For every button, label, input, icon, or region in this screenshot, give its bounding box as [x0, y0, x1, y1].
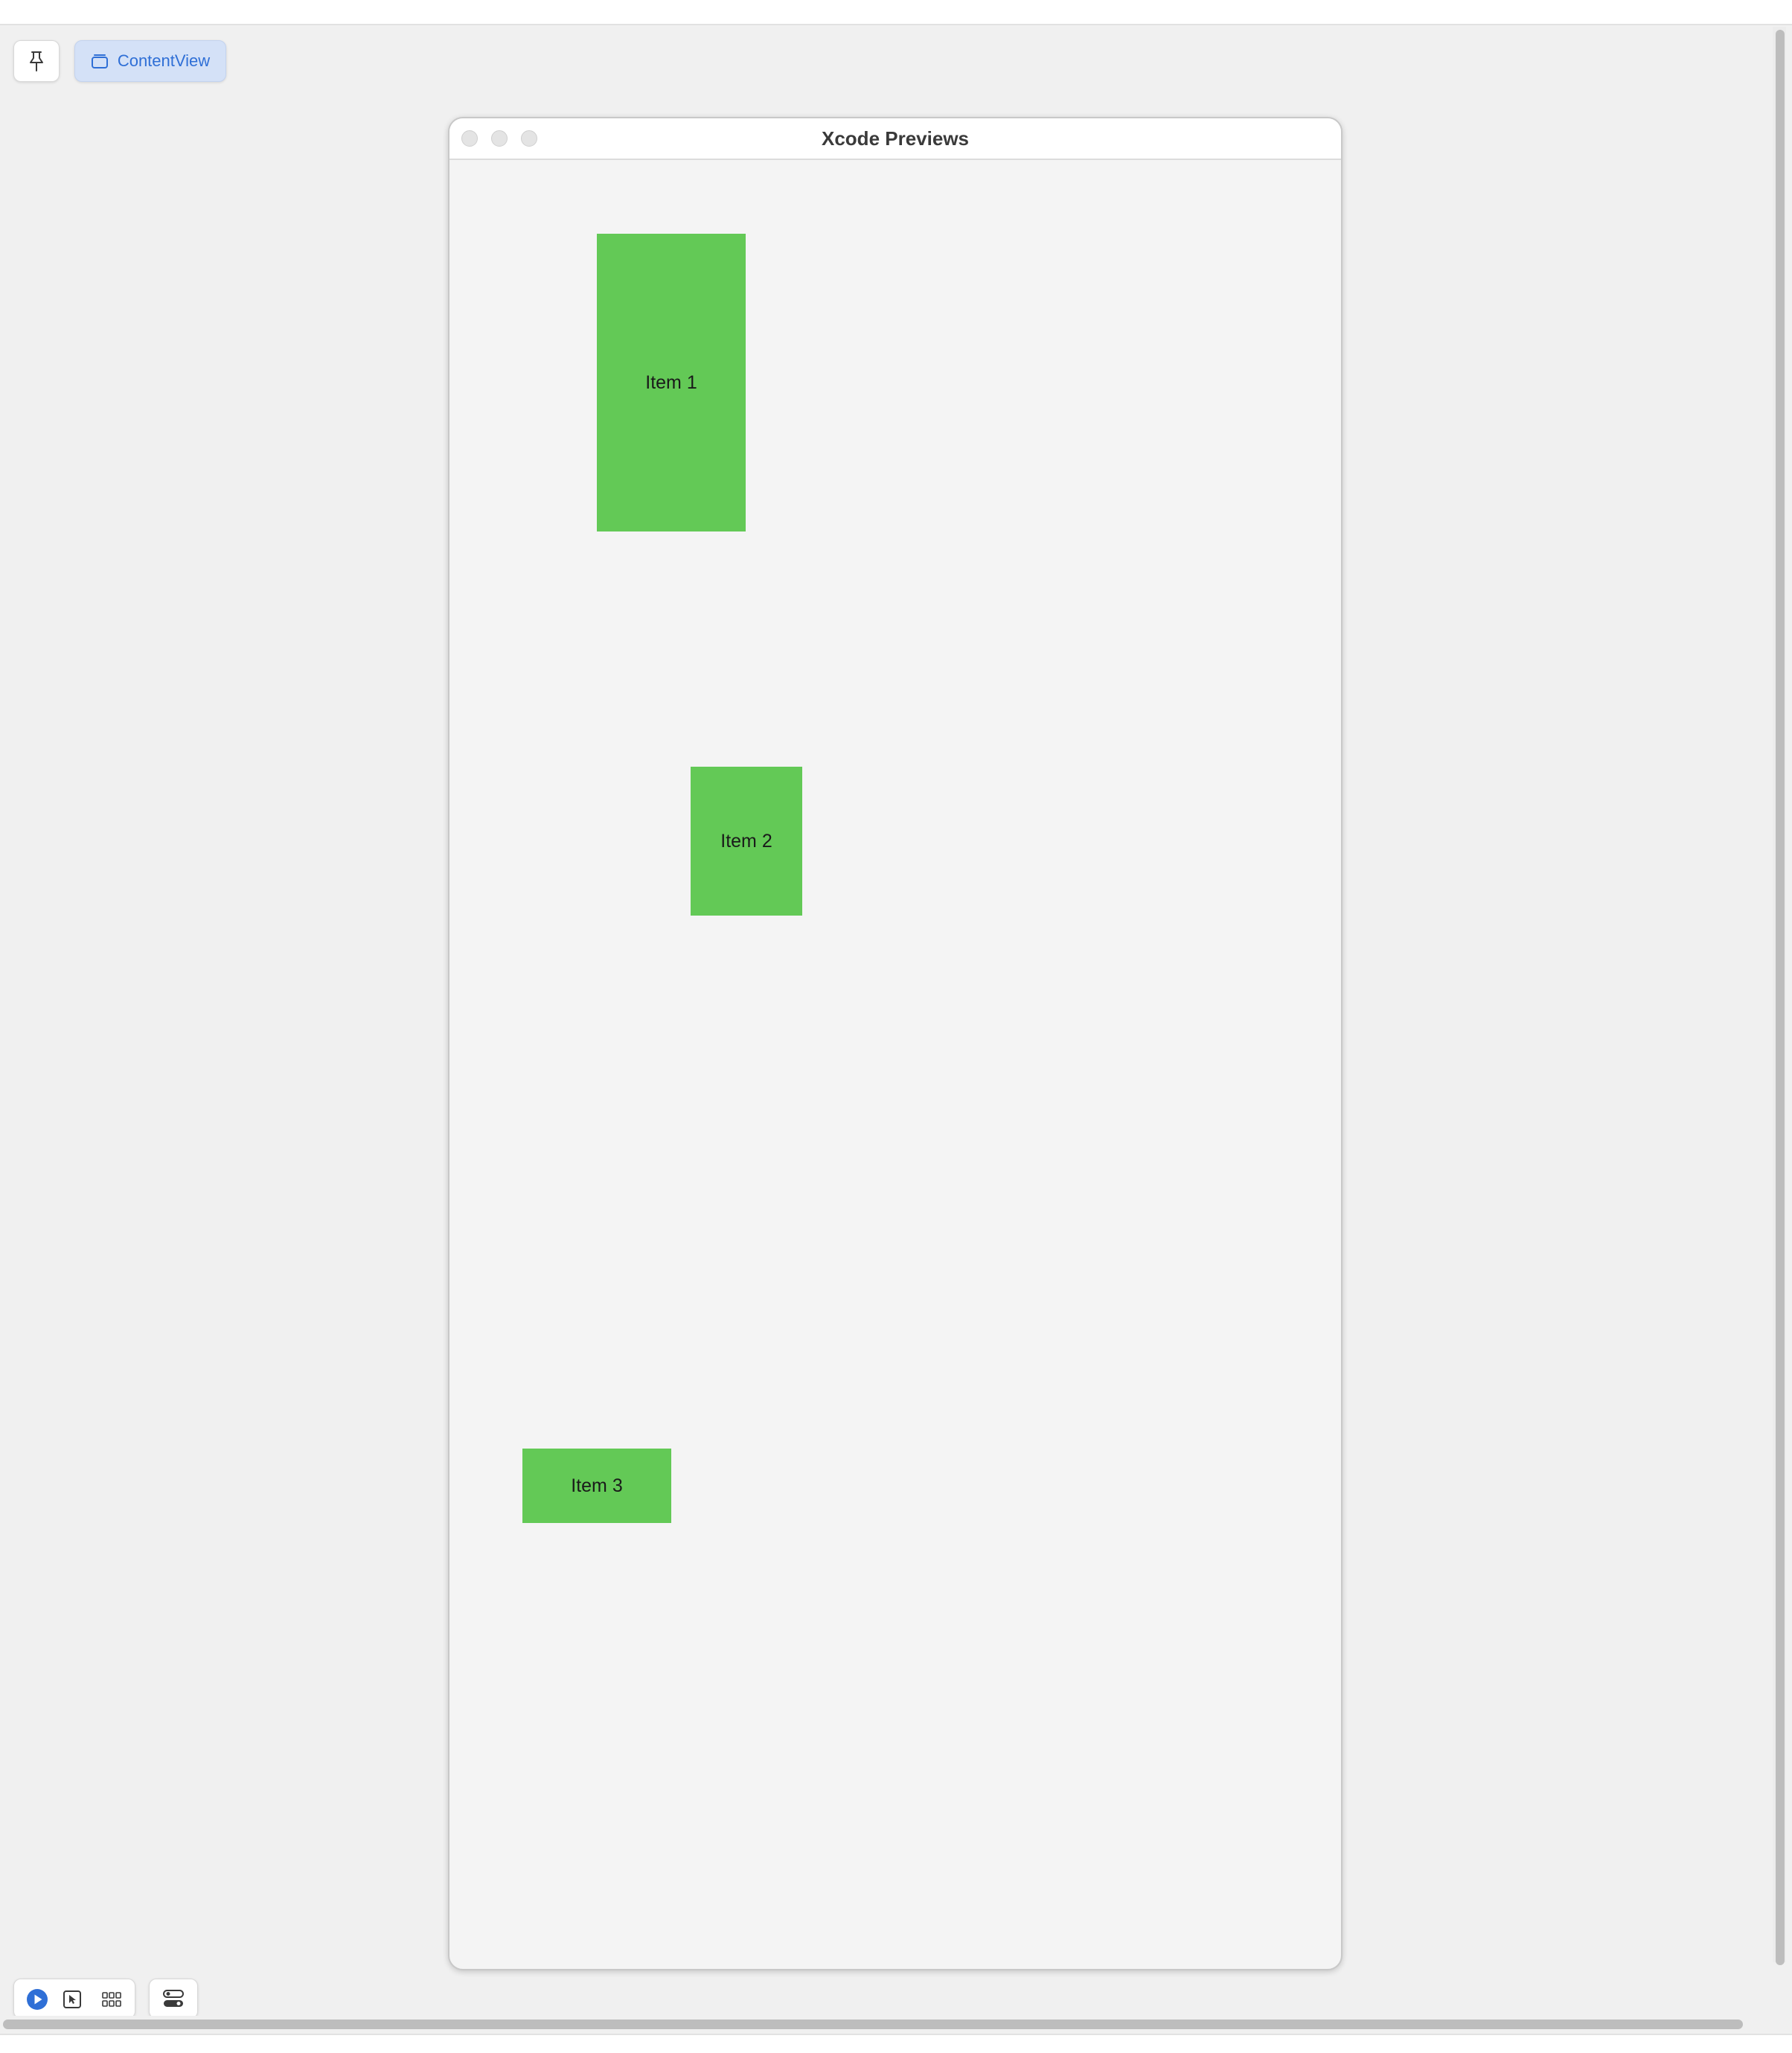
item-2-label: Item 2 — [720, 830, 772, 852]
bottom-edge-bar — [0, 2034, 1792, 2053]
horizontal-scrollbar[interactable] — [0, 2016, 1771, 2032]
vertical-scroll-thumb[interactable] — [1776, 30, 1785, 1965]
preview-window: Xcode Previews Item 1 Item 2 Item 3 — [448, 117, 1343, 1970]
window-titlebar: Xcode Previews — [449, 118, 1341, 160]
horizontal-scroll-thumb[interactable] — [3, 2020, 1743, 2029]
selectable-mode-icon — [63, 1990, 81, 2008]
pin-icon — [30, 51, 43, 71]
device-settings-button[interactable] — [149, 1979, 198, 2019]
preview-stack-icon — [91, 54, 108, 68]
live-preview-button[interactable] — [23, 1985, 51, 2014]
close-window-button[interactable] — [461, 130, 478, 147]
selectable-mode-button[interactable] — [58, 1985, 86, 2014]
preview-mode-controls — [13, 1979, 135, 2019]
item-1-box: Item 1 — [597, 234, 746, 531]
window-title: Xcode Previews — [822, 127, 969, 150]
minimize-window-button[interactable] — [491, 130, 508, 147]
variants-grid-icon — [102, 1992, 121, 2007]
content-view-label: ContentView — [117, 51, 211, 70]
live-preview-icon — [27, 1989, 48, 2010]
content-view-preview-button[interactable]: ContentView — [74, 40, 226, 82]
zoom-window-button[interactable] — [521, 130, 537, 147]
device-settings-icon — [163, 1990, 184, 2007]
pin-preview-button[interactable] — [13, 40, 60, 82]
item-1-label: Item 1 — [645, 371, 697, 393]
variants-button[interactable] — [97, 1985, 126, 2014]
item-2-box: Item 2 — [691, 767, 802, 916]
item-3-label: Item 3 — [571, 1475, 623, 1496]
item-3-box: Item 3 — [522, 1449, 671, 1523]
top-edge-bar — [0, 0, 1792, 25]
vertical-scrollbar[interactable] — [1773, 27, 1786, 1965]
